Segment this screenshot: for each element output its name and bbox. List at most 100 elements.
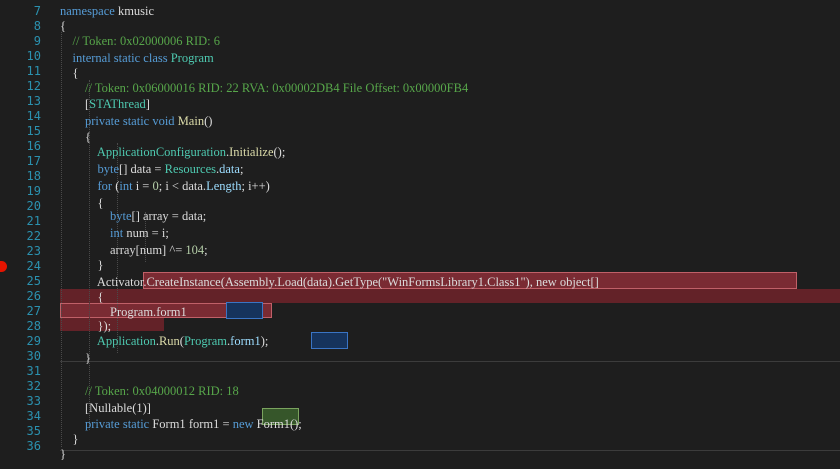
code-token: Form1 <box>152 417 189 431</box>
code-token: STAThread <box>89 97 146 111</box>
code-token: Form1 <box>256 417 290 431</box>
symbol-reference-highlight <box>311 332 348 349</box>
line-number[interactable]: 19 <box>0 184 41 199</box>
code-line[interactable]: namespace kmusic <box>60 3 154 20</box>
line-number[interactable]: 36 <box>0 439 41 454</box>
code-line[interactable]: private static Form1 form1 = new Form1()… <box>60 416 302 433</box>
line-number[interactable]: 32 <box>0 379 41 394</box>
code-token: Main <box>177 114 205 128</box>
line-number-gutter[interactable]: 7 8 9 10 11 12 13 14 15 16 17 18 19 20 21 22 23 24 25 26 27 2… <box>0 0 52 469</box>
code-line[interactable]: private static void Main() <box>60 113 212 130</box>
line-number[interactable]: 17 <box>0 154 41 169</box>
code-token: { <box>60 19 66 33</box>
code-token: private static <box>60 417 153 431</box>
line-number[interactable]: 25 <box>0 274 41 289</box>
code-token: kmusic <box>117 4 155 18</box>
code-line[interactable]: int num = i; <box>60 225 169 242</box>
line-number[interactable]: 30 <box>0 349 41 364</box>
code-line[interactable]: byte[] data = Resources.data; <box>60 161 244 178</box>
code-token: // Token: 0x04000012 RID: 18 <box>60 384 239 398</box>
code-token: ; i++) <box>241 179 270 193</box>
code-editor[interactable]: 7 8 9 10 11 12 13 14 15 16 17 18 19 20 21 22 23 24 25 26 27 2… <box>0 0 840 469</box>
line-number[interactable]: 21 <box>0 214 41 229</box>
code-token: for <box>97 179 113 193</box>
code-token: [] data = <box>119 162 165 176</box>
line-number[interactable]: 18 <box>0 169 41 184</box>
breakpoint-highlight <box>60 289 840 303</box>
code-line[interactable]: [Nullable(1)] <box>60 400 151 417</box>
code-token: ; i < data. <box>158 179 207 193</box>
line-number[interactable]: 9 <box>0 34 41 49</box>
code-token: private static void <box>60 114 178 128</box>
line-number[interactable]: 7 <box>0 4 41 19</box>
code-token: (); <box>273 145 286 159</box>
code-token: Program. <box>60 305 157 319</box>
code-token: { <box>60 290 104 304</box>
line-number[interactable]: 8 <box>0 19 41 34</box>
code-line[interactable]: for (int i = 0; i < data.Length; i++) <box>60 178 270 195</box>
line-number[interactable]: 27 <box>0 304 41 319</box>
code-token: int <box>119 179 133 193</box>
line-number[interactable]: 16 <box>0 139 41 154</box>
code-token: Program <box>170 51 214 65</box>
code-line[interactable]: internal static class Program <box>60 50 214 67</box>
code-line[interactable]: } <box>60 446 66 463</box>
code-token: byte <box>110 209 132 223</box>
code-token: form1 <box>188 417 220 431</box>
line-number[interactable]: 20 <box>0 199 41 214</box>
code-token: namespace <box>60 4 118 18</box>
code-token: [] array = data; <box>131 209 207 223</box>
line-number[interactable]: 22 <box>0 229 41 244</box>
code-line[interactable]: // Token: 0x04000012 RID: 18 <box>60 383 239 400</box>
code-line[interactable]: } <box>60 350 91 367</box>
code-line[interactable]: [STAThread] <box>60 96 150 113</box>
code-token: "WinFormsLibrary1.Class1" <box>382 275 526 289</box>
line-number[interactable]: 14 <box>0 109 41 124</box>
code-token: = <box>219 417 233 431</box>
line-number[interactable]: 31 <box>0 364 41 379</box>
line-number[interactable]: 33 <box>0 394 41 409</box>
code-token: int <box>110 226 124 240</box>
code-token: } <box>60 351 91 365</box>
line-number[interactable]: 23 <box>0 244 41 259</box>
code-token: ; <box>239 162 244 176</box>
code-token: ); <box>260 334 269 348</box>
code-token: () <box>204 114 213 128</box>
code-token: { <box>60 130 91 144</box>
line-number[interactable]: 10 <box>0 49 41 64</box>
line-number[interactable]: 35 <box>0 424 41 439</box>
line-number[interactable]: 12 <box>0 79 41 94</box>
line-number[interactable]: 13 <box>0 94 41 109</box>
line-number[interactable]: 26 <box>0 289 41 304</box>
code-token: num = i; <box>123 226 169 240</box>
code-token: internal static class <box>60 51 171 65</box>
code-token: byte <box>97 162 120 176</box>
line-number[interactable]: 29 <box>0 334 41 349</box>
code-token: i = <box>132 179 153 193</box>
code-token: Initialize <box>229 145 274 159</box>
method-separator-line <box>60 361 840 362</box>
code-line[interactable]: Activator.CreateInstance(Assembly.Load(d… <box>60 274 599 291</box>
code-token: form1 <box>156 305 187 319</box>
code-token: new <box>232 417 257 431</box>
line-number[interactable]: 28 <box>0 319 41 334</box>
code-token: [Nullable(1)] <box>60 401 151 415</box>
code-line[interactable]: ApplicationConfiguration.Initialize(); <box>60 144 286 161</box>
code-line[interactable]: byte[] array = data; <box>60 208 206 225</box>
code-line[interactable]: // Token: 0x02000006 RID: 6 <box>60 33 221 50</box>
line-number[interactable]: 11 <box>0 64 41 79</box>
code-line[interactable]: Application.Run(Program.form1); <box>60 333 269 350</box>
line-number[interactable]: 15 <box>0 124 41 139</box>
code-line[interactable]: } <box>60 257 104 274</box>
code-token: // Token: 0x02000006 RID: 6 <box>60 34 221 48</box>
code-token: ; <box>204 243 208 257</box>
code-token: array[num] ^= <box>60 243 186 257</box>
line-number[interactable]: 34 <box>0 409 41 424</box>
code-line[interactable]: // Token: 0x06000016 RID: 22 RVA: 0x0000… <box>60 80 468 97</box>
code-token: ), new object[] <box>525 275 599 289</box>
